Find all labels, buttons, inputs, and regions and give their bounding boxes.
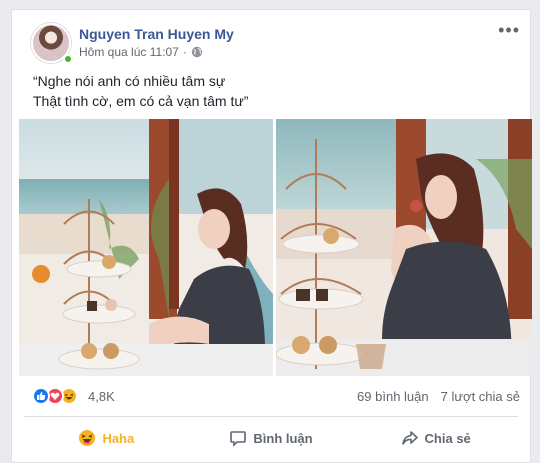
post-stats: 69 bình luận 7 lượt chia sẻ	[357, 389, 520, 404]
post-caption: “Nghe nói anh có nhiều tâm sự Thật tình …	[33, 71, 513, 111]
more-options-icon[interactable]: •••	[498, 21, 520, 39]
haha-icon	[79, 430, 96, 446]
post-actions: Haha Bình luận Chia sẻ	[24, 420, 518, 456]
author-name[interactable]: Nguyen Tran Huyen My	[79, 26, 234, 42]
reaction-icons[interactable]	[32, 387, 88, 407]
haha-label: Haha	[102, 430, 135, 446]
post-header: Nguyen Tran Huyen My Hôm qua lúc 11:07 ·…	[12, 10, 530, 66]
share-count[interactable]: 7 lượt chia sẻ	[441, 389, 520, 404]
photo-1-image	[19, 119, 273, 376]
post-photo-1[interactable]	[19, 119, 273, 376]
online-status-icon	[63, 54, 73, 64]
comment-icon	[230, 431, 247, 447]
reactions-bar: 4,8K 69 bình luận 7 lượt chia sẻ	[12, 382, 530, 412]
share-icon	[401, 431, 418, 445]
comment-label: Bình luận	[253, 430, 313, 446]
caption-line: Thật tình cờ, em có cả vạn tâm tư”	[33, 93, 249, 109]
globe-icon[interactable]	[191, 46, 203, 58]
comment-button[interactable]: Bình luận	[189, 420, 354, 456]
photo-grid	[19, 119, 532, 376]
photo-2-image	[276, 119, 532, 376]
comment-count[interactable]: 69 bình luận	[357, 389, 429, 404]
haha-button[interactable]: Haha	[24, 420, 189, 456]
post-photo-2[interactable]	[276, 119, 532, 376]
reaction-count[interactable]: 4,8K	[88, 389, 115, 404]
post-timestamp[interactable]: Hôm qua lúc 11:07	[79, 45, 179, 59]
actions-divider	[24, 416, 518, 417]
like-reaction-icon	[32, 387, 50, 405]
post-card: Nguyen Tran Huyen My Hôm qua lúc 11:07 ·…	[11, 9, 532, 463]
share-label: Chia sẻ	[424, 430, 471, 446]
share-button[interactable]: Chia sẻ	[353, 420, 518, 456]
caption-line: “Nghe nói anh có nhiều tâm sự	[33, 73, 226, 89]
post-meta: Hôm qua lúc 11:07 ·	[79, 45, 203, 59]
meta-separator: ·	[182, 45, 187, 59]
